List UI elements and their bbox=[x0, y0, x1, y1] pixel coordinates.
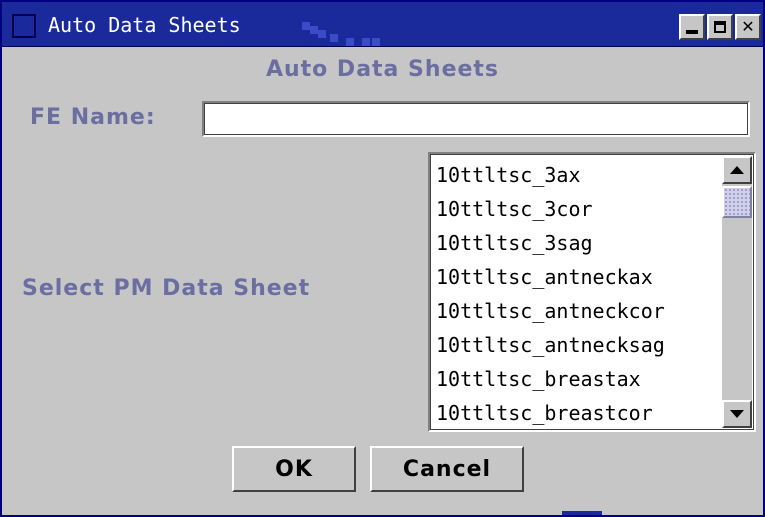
cancel-button[interactable]: Cancel bbox=[370, 446, 524, 492]
title-decoration bbox=[302, 22, 382, 46]
list-item[interactable]: 10ttltsc_breastcor bbox=[434, 396, 724, 428]
maximize-button[interactable] bbox=[707, 14, 733, 40]
list-scrollbar[interactable] bbox=[722, 156, 752, 428]
close-button[interactable]: ✕ bbox=[735, 14, 761, 40]
close-icon: ✕ bbox=[741, 17, 755, 36]
data-sheet-list[interactable]: 10ttltsc_3ax 10ttltsc_3cor 10ttltsc_3sag… bbox=[428, 152, 756, 432]
minimize-icon bbox=[686, 30, 698, 34]
title-bar[interactable]: Auto Data Sheets ✕ bbox=[2, 2, 763, 47]
arrow-down-icon bbox=[730, 410, 744, 418]
list-item[interactable]: 10ttltsc_3sag bbox=[434, 226, 724, 260]
window-title: Auto Data Sheets bbox=[48, 13, 241, 37]
dialog-heading: Auto Data Sheets bbox=[265, 57, 500, 82]
arrow-up-icon bbox=[730, 166, 744, 174]
maximize-icon bbox=[714, 21, 726, 33]
list-item[interactable]: 10ttltsc_antnecksag bbox=[434, 328, 724, 362]
ok-button[interactable]: OK bbox=[232, 446, 356, 492]
scroll-down-button[interactable] bbox=[722, 400, 752, 428]
window-menu-icon[interactable] bbox=[12, 14, 36, 38]
fe-name-input[interactable] bbox=[202, 101, 750, 137]
list-item[interactable]: 10ttltsc_3ax bbox=[434, 158, 724, 192]
select-data-sheet-label: Select PM Data Sheet bbox=[22, 276, 311, 301]
auto-data-sheets-window: Auto Data Sheets ✕ Auto Data Sheets FE N… bbox=[0, 0, 765, 517]
bottom-decoration bbox=[562, 511, 602, 515]
scroll-up-button[interactable] bbox=[722, 156, 752, 184]
list-item[interactable]: 10ttltsc_antneckax bbox=[434, 260, 724, 294]
fe-name-label: FE Name: bbox=[30, 105, 156, 130]
minimize-button[interactable] bbox=[679, 14, 705, 40]
data-sheet-list-items: 10ttltsc_3ax 10ttltsc_3cor 10ttltsc_3sag… bbox=[434, 158, 724, 428]
scroll-thumb[interactable] bbox=[722, 186, 752, 218]
list-item[interactable]: 10ttltsc_antneckcor bbox=[434, 294, 724, 328]
list-item[interactable]: 10ttltsc_breastax bbox=[434, 362, 724, 396]
list-item[interactable]: 10ttltsc_3cor bbox=[434, 192, 724, 226]
